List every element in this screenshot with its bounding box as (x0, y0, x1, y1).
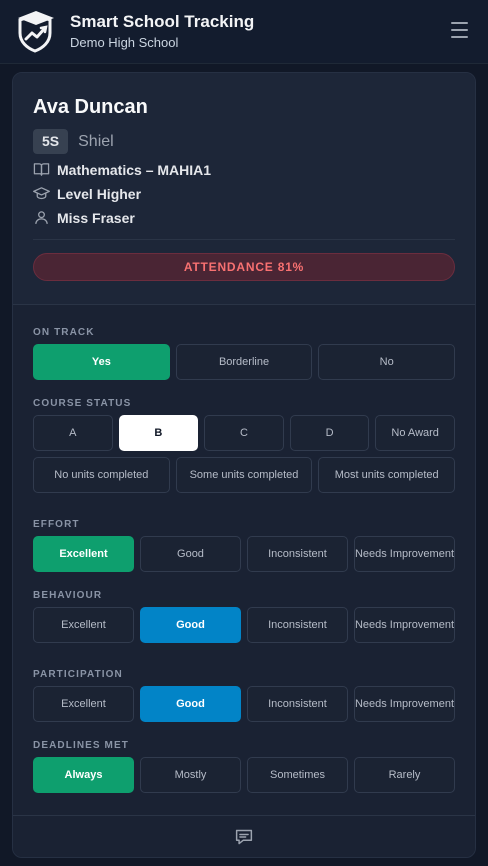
effort-label: EFFORT (33, 519, 80, 530)
card-footer (13, 815, 475, 857)
deadlines-always-button[interactable]: Always (33, 757, 134, 793)
grade-a-button[interactable]: A (33, 415, 113, 451)
participation-needs-improvement-button[interactable]: Needs Improvement (353, 686, 455, 722)
school-name: Demo High School (70, 34, 179, 50)
divider (33, 239, 455, 240)
on-track-options: Yes Borderline No (33, 344, 456, 380)
book-open-icon (33, 163, 50, 176)
behaviour-good-button[interactable]: Good (139, 607, 241, 643)
some-units-button[interactable]: Some units completed (175, 457, 313, 493)
no-units-button[interactable]: No units completed (33, 457, 170, 493)
participation-good-button[interactable]: Good (139, 686, 241, 722)
effort-needs-improvement-button[interactable]: Needs Improvement (353, 536, 455, 572)
subject-row: Mathematics – MAHIA1 (33, 161, 455, 178)
brand: Smart School Tracking Demo High School (70, 12, 254, 52)
class-badge: 5S (33, 129, 69, 154)
graduation-cap-icon (33, 187, 50, 200)
student-name: Ava Duncan (33, 96, 148, 118)
student-info: Ava Duncan 5S Shiel Mathematics – MAHIA1… (13, 73, 475, 305)
deadlines-sometimes-button[interactable]: Sometimes (247, 757, 348, 793)
deadlines-label: DEADLINES MET (33, 740, 129, 751)
deadlines-options: Always Mostly Sometimes Rarely (33, 757, 455, 793)
on-track-label: ON TRACK (33, 327, 95, 338)
participation-inconsistent-button[interactable]: Inconsistent (246, 686, 348, 722)
on-track-no-button[interactable]: No (318, 344, 456, 380)
app-title: Smart School Tracking (70, 11, 255, 31)
grade-options: A B C D No Award (33, 415, 455, 451)
behaviour-options: Excellent Good Inconsistent Needs Improv… (33, 607, 455, 643)
effort-excellent-button[interactable]: Excellent (33, 536, 134, 572)
grade-no-award-button[interactable]: No Award (375, 415, 455, 451)
most-units-button[interactable]: Most units completed (318, 457, 456, 493)
behaviour-needs-improvement-button[interactable]: Needs Improvement (353, 607, 455, 643)
shield-graduation-logo (18, 10, 54, 53)
effort-good-button[interactable]: Good (139, 536, 241, 572)
behaviour-inconsistent-button[interactable]: Inconsistent (246, 607, 348, 643)
level-row: Level Higher (33, 185, 455, 202)
grade-b-button[interactable]: B (118, 415, 199, 451)
teacher-row: Miss Fraser (33, 209, 455, 226)
participation-label: PARTICIPATION (33, 669, 123, 680)
behaviour-excellent-button[interactable]: Excellent (33, 607, 134, 643)
deadlines-rarely-button[interactable]: Rarely (354, 757, 455, 793)
on-track-borderline-button[interactable]: Borderline (175, 344, 313, 380)
attendance-badge: ATTENDANCE 81% (33, 253, 455, 281)
tracking-form: ON TRACK Yes Borderline No COURSE STATUS… (13, 327, 475, 793)
participation-options: Excellent Good Inconsistent Needs Improv… (33, 686, 455, 722)
grade-c-button[interactable]: C (204, 415, 284, 451)
effort-inconsistent-button[interactable]: Inconsistent (246, 536, 348, 572)
on-track-yes-button[interactable]: Yes (33, 344, 170, 380)
comment-icon[interactable] (234, 828, 254, 846)
course-status-label: COURSE STATUS (33, 398, 132, 409)
class-row: 5S Shiel (33, 129, 455, 154)
behaviour-label: BEHAVIOUR (33, 590, 103, 601)
subject-text: Mathematics – MAHIA1 (57, 161, 212, 178)
student-card: Ava Duncan 5S Shiel Mathematics – MAHIA1… (12, 72, 476, 858)
deadlines-mostly-button[interactable]: Mostly (140, 757, 241, 793)
user-icon (35, 211, 48, 224)
app-header: Smart School Tracking Demo High School (0, 0, 488, 64)
hamburger-menu-icon[interactable] (451, 22, 468, 38)
effort-options: Excellent Good Inconsistent Needs Improv… (33, 536, 455, 572)
teacher-text: Miss Fraser (57, 209, 135, 226)
units-options: No units completed Some units completed … (33, 457, 456, 493)
class-group: Shiel (78, 132, 114, 150)
level-text: Level Higher (57, 185, 142, 202)
grade-d-button[interactable]: D (289, 415, 370, 451)
participation-excellent-button[interactable]: Excellent (33, 686, 134, 722)
